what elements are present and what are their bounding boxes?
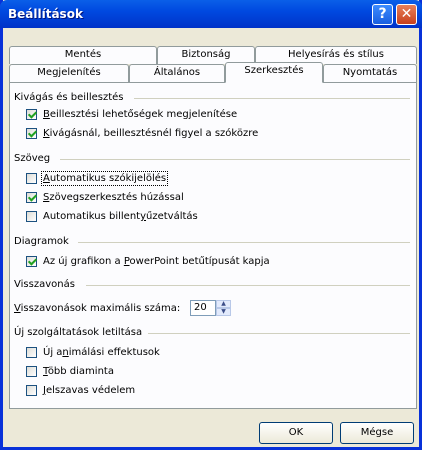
tab-szerkesztes[interactable]: Szerkesztés [225,62,323,83]
auto-select-word-checkbox[interactable] [26,173,37,184]
options-dialog: Beállítások ? ✕ Mentés Biztonság Helyesí… [0,0,422,450]
window-title: Beállítások [8,7,83,21]
editing-tab-panel: Kivágás és beillesztés Beillesztési lehe… [9,82,417,409]
checkbox-row-password-protection[interactable]: Jelszavas védelem [26,385,135,396]
multiple-masters-checkbox[interactable] [26,366,37,377]
group-label-undo: Visszavonás [14,279,75,290]
group-divider [148,333,410,334]
tab-nyomtatas[interactable]: Nyomtatás [323,64,417,82]
max-undo-input[interactable]: 20 [190,300,216,316]
group-divider [86,285,410,286]
checkbox-row-new-animations[interactable]: Új animálási effektusok [26,347,160,358]
ok-button[interactable]: OK [259,422,333,444]
cancel-button[interactable]: Mégse [340,422,414,444]
chart-font-label: Az új grafikon a PowerPoint betűtípusát … [43,256,270,267]
multiple-masters-label: Több diaminta [43,366,114,377]
checkbox-row-auto-keyboard[interactable]: Automatikus billentyűzetváltás [26,211,198,222]
checkbox-row-multiple-masters[interactable]: Több diaminta [26,366,114,377]
checkbox-row-chart-font[interactable]: Az új grafikon a PowerPoint betűtípusát … [26,256,270,267]
tab-megjelenites[interactable]: Megjelenítés [9,64,129,82]
checkbox-row-paste-options[interactable]: Beillesztési lehetőségek megjelenítése [26,109,237,120]
password-protection-checkbox[interactable] [26,385,37,396]
auto-keyboard-label: Automatikus billentyűzetváltás [43,211,198,222]
spin-up-icon[interactable]: ▲ [216,300,231,308]
paste-options-checkbox[interactable] [26,109,37,120]
group-label-disable-features: Új szolgáltatások letiltása [14,327,143,338]
help-icon[interactable]: ? [372,4,393,25]
auto-keyboard-checkbox[interactable] [26,211,37,222]
group-divider [78,242,410,243]
paste-options-label: Beillesztési lehetőségek megjelenítése [43,109,238,120]
group-divider [134,98,410,99]
drag-drop-label: Szövegszerkesztés húzással [43,192,184,203]
group-label-cut-paste: Kivágás és beillesztés [14,92,124,103]
drag-drop-checkbox[interactable] [26,192,37,203]
password-protection-label: Jelszavas védelem [43,385,136,396]
checkbox-row-auto-select-word[interactable]: Automatikus szókijelölés [26,171,169,186]
max-undo-label: Visszavonások maximális száma: [14,303,181,314]
smart-cut-checkbox[interactable] [26,128,37,139]
group-label-text: Szöveg [14,153,51,164]
checkbox-row-drag-drop[interactable]: Szövegszerkesztés húzással [26,192,184,203]
title-bar[interactable]: Beállítások ? ✕ [0,0,422,28]
spin-down-icon[interactable]: ▼ [216,308,231,316]
smart-cut-label: Kivágásnál, beillesztésnél figyel a szók… [43,128,259,139]
new-animations-checkbox[interactable] [26,347,37,358]
close-icon[interactable]: ✕ [396,4,417,25]
group-label-charts: Diagramok [14,236,69,247]
max-undo-spinner[interactable]: 20 ▲ ▼ [190,300,231,316]
new-animations-label: Új animálási effektusok [43,347,160,358]
auto-select-word-label: Automatikus szókijelölés [40,171,169,186]
group-divider [60,159,410,160]
chart-font-checkbox[interactable] [26,256,37,267]
checkbox-row-smart-cut[interactable]: Kivágásnál, beillesztésnél figyel a szók… [26,128,258,139]
tab-altalanos[interactable]: Általános [129,64,225,82]
tab-mentes[interactable]: Mentés [9,46,157,64]
